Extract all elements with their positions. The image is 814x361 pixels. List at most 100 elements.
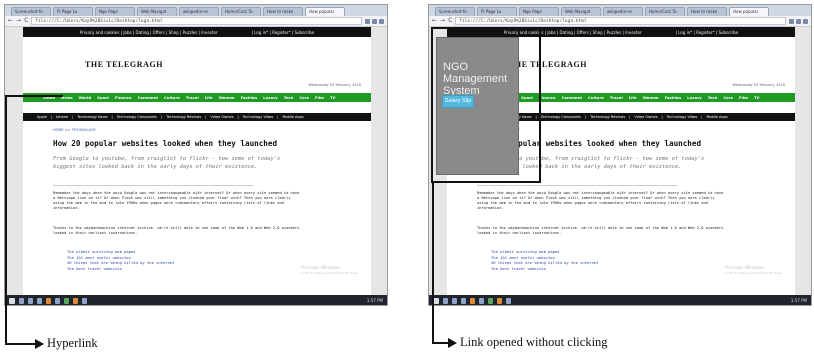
nav-link-film[interactable]: Film bbox=[315, 95, 324, 100]
app-icon[interactable] bbox=[488, 297, 493, 304]
nav-link-film[interactable]: Film bbox=[739, 95, 748, 100]
subnav-link[interactable]: Mobile Apps bbox=[282, 115, 303, 119]
subnav-link[interactable]: Technology Reviews bbox=[166, 115, 201, 119]
nav-link-culture[interactable]: Culture bbox=[588, 95, 604, 100]
nav-link-life[interactable]: Life bbox=[205, 95, 213, 100]
menu-icon[interactable] bbox=[803, 18, 808, 24]
browser-toolbar-icons bbox=[789, 18, 808, 24]
menu-icon[interactable] bbox=[379, 18, 384, 24]
subnav-link[interactable]: Mobile Apps bbox=[706, 115, 727, 119]
app-icon[interactable] bbox=[461, 297, 466, 304]
article-paragraph-2: Thanks to the waybackmachine internet ar… bbox=[53, 226, 300, 235]
subnav-link[interactable]: Technology Companies bbox=[117, 115, 157, 119]
browser-tab[interactable]: Web Navigat bbox=[137, 7, 177, 16]
explorer-icon[interactable] bbox=[443, 297, 448, 304]
browser-tab[interactable]: Pi Page Lo bbox=[477, 7, 517, 16]
dateline: Wednesday 03 February 2016 bbox=[308, 83, 361, 87]
back-arrow-icon[interactable]: ← bbox=[432, 16, 437, 26]
nav-link-culture[interactable]: Culture bbox=[164, 95, 180, 100]
forward-arrow-icon[interactable]: → bbox=[16, 16, 21, 26]
browser-tab[interactable]: wikipedia-se bbox=[179, 7, 219, 16]
browser-tab[interactable]: Pi Page Lo bbox=[53, 7, 93, 16]
browser-tab[interactable]: Ngo Page bbox=[519, 7, 559, 16]
utility-links[interactable]: Privacy and cookies | Jobs | Dating | Of… bbox=[80, 30, 218, 35]
nav-link-tech[interactable]: Tech bbox=[708, 95, 718, 100]
subnav-link[interactable]: Apple bbox=[37, 115, 47, 119]
browser-icon[interactable] bbox=[28, 297, 33, 304]
nav-link-tech[interactable]: Tech bbox=[284, 95, 294, 100]
app-icon[interactable] bbox=[506, 297, 511, 304]
nav-link-life[interactable]: Life bbox=[629, 95, 637, 100]
nav-link-comment[interactable]: Comment bbox=[138, 95, 158, 100]
nav-link-luxury[interactable]: Luxury bbox=[263, 95, 278, 100]
browser-tab[interactable]: Ngo Page bbox=[95, 7, 135, 16]
app-icon[interactable] bbox=[470, 297, 475, 304]
browser-tab[interactable]: Home/Cost To bbox=[645, 7, 685, 16]
nav-link-travel[interactable]: Travel bbox=[186, 95, 199, 100]
forward-arrow-icon[interactable]: → bbox=[440, 16, 445, 26]
related-link[interactable]: The best travel websites bbox=[67, 266, 174, 272]
url-input[interactable]: file:///C:/Users/Kay9%20Sivic/Desktop/lo… bbox=[31, 17, 362, 25]
system-clock[interactable]: 1:57 PM bbox=[791, 298, 807, 303]
back-arrow-icon[interactable]: ← bbox=[8, 16, 13, 26]
browser-tab[interactable]: Screenshot-fo bbox=[435, 7, 475, 16]
nav-link-sport[interactable]: Sport bbox=[97, 95, 109, 100]
app-icon[interactable] bbox=[73, 297, 78, 304]
browser-tab[interactable]: wikipedia-se bbox=[603, 7, 643, 16]
reload-icon[interactable]: C bbox=[24, 16, 28, 26]
start-icon[interactable] bbox=[9, 297, 15, 304]
app-icon[interactable] bbox=[497, 297, 502, 304]
browser-tab[interactable]: How to make bbox=[263, 7, 303, 16]
subnav-link[interactable]: Technology Video bbox=[243, 115, 274, 119]
nav-link-cars[interactable]: Cars bbox=[723, 95, 732, 100]
subnav-link[interactable]: Iphone bbox=[56, 115, 68, 119]
related-link[interactable]: The best travel websites bbox=[491, 266, 598, 272]
account-links[interactable]: | Log in* | Register* | Subscribe bbox=[252, 30, 315, 35]
system-clock[interactable]: 1:57 PM bbox=[367, 298, 383, 303]
browser-tab[interactable]: Web Navigat bbox=[561, 7, 601, 16]
app-icon[interactable] bbox=[46, 297, 51, 304]
related-link[interactable]: 50 things that are being killed by the i… bbox=[67, 260, 174, 266]
subnav-link[interactable]: Technology Reviews bbox=[590, 115, 625, 119]
app-icon[interactable] bbox=[82, 297, 87, 304]
browser-tab[interactable]: Screenshot-fo bbox=[11, 7, 51, 16]
app-icon[interactable] bbox=[64, 297, 69, 304]
subnav-link[interactable]: Video Games bbox=[210, 115, 233, 119]
masthead-logo[interactable]: THE TELEGRAGH bbox=[85, 60, 163, 69]
browser-tab-active[interactable]: How popular bbox=[729, 7, 769, 16]
nav-link-tv[interactable]: TV bbox=[330, 95, 336, 100]
nav-link-tv[interactable]: TV bbox=[754, 95, 760, 100]
browser-tab-active[interactable]: How popular bbox=[305, 7, 345, 16]
nav-link-women[interactable]: Women bbox=[219, 95, 235, 100]
nav-link-finance[interactable]: Finance bbox=[539, 95, 556, 100]
subnav-link[interactable]: Technology News bbox=[77, 115, 107, 119]
bookmark-star-icon[interactable] bbox=[365, 18, 370, 24]
account-links[interactable]: | Log in* | Register* | Subscribe bbox=[676, 30, 739, 35]
url-input[interactable]: file:///C:/Users/Kay9%20Sivic/Desktop/lo… bbox=[455, 17, 786, 25]
nav-link-finance[interactable]: Finance bbox=[115, 95, 132, 100]
subnav-link[interactable]: Video Games bbox=[634, 115, 657, 119]
app-icon[interactable] bbox=[479, 297, 484, 304]
bookmark-star-icon[interactable] bbox=[789, 18, 794, 24]
app-icon[interactable] bbox=[37, 297, 42, 304]
nav-link-fashion[interactable]: Fashion bbox=[665, 95, 682, 100]
reload-icon[interactable]: C bbox=[448, 16, 452, 26]
browser-icon[interactable] bbox=[452, 297, 457, 304]
extension-icon[interactable] bbox=[372, 18, 377, 24]
browser-tab[interactable]: Home/Cost To bbox=[221, 7, 261, 16]
nav-link-travel[interactable]: Travel bbox=[610, 95, 623, 100]
explorer-icon[interactable] bbox=[19, 297, 24, 304]
nav-link-comment[interactable]: Comment bbox=[562, 95, 582, 100]
nav-link-luxury[interactable]: Luxury bbox=[687, 95, 702, 100]
app-icon[interactable] bbox=[55, 297, 60, 304]
subnav-link[interactable]: Technology Video bbox=[667, 115, 698, 119]
subnav-link[interactable]: Technology Companies bbox=[541, 115, 581, 119]
breadcrumb[interactable]: HOME >> TECHNOLOGY bbox=[53, 128, 96, 132]
nav-link-fashion[interactable]: Fashion bbox=[241, 95, 258, 100]
related-link[interactable]: 50 things that are being killed by the i… bbox=[491, 260, 598, 266]
extension-icon[interactable] bbox=[796, 18, 801, 24]
nav-link-cars[interactable]: Cars bbox=[299, 95, 308, 100]
browser-tab[interactable]: How to make bbox=[687, 7, 727, 16]
nav-link-women[interactable]: Women bbox=[643, 95, 659, 100]
nav-link-world[interactable]: World bbox=[79, 95, 92, 100]
